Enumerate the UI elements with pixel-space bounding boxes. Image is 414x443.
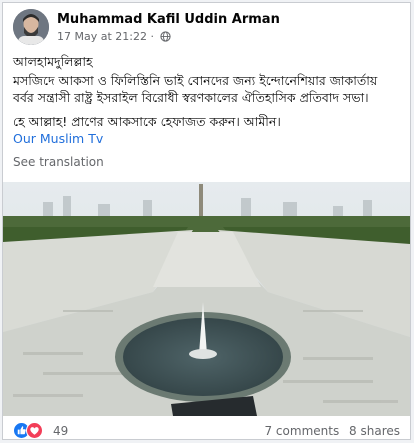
post-text: আলহামদুলিল্লাহ মসজিদে আকসা ও ফিলিস্তিনি … (13, 53, 407, 147)
post-line-2: বর্বর সন্ত্রাসী রাষ্ট্র ইসরাইল বিরোধী স্… (13, 90, 369, 105)
post-timestamp[interactable]: 17 May at 21:22 (57, 30, 147, 43)
reactions-count[interactable]: 49 (53, 424, 68, 438)
post-photo[interactable] (3, 182, 410, 416)
avatar-image (13, 9, 49, 45)
author-avatar[interactable] (13, 9, 49, 45)
love-reaction-icon (26, 422, 43, 439)
globe-icon (160, 31, 172, 45)
post-line-1: মসজিদে আকসা ও ফিলিস্তিনি ভাই বোনদের জন্য… (13, 73, 378, 88)
crowd-photo-image (3, 182, 410, 416)
engagement-counts: 7 comments 8 shares (258, 424, 400, 438)
see-translation-link[interactable]: See translation (13, 155, 104, 169)
post-meta: 17 May at 21:22 · (57, 30, 172, 45)
comments-count[interactable]: 7 comments (264, 424, 339, 438)
author-name[interactable]: Muhammad Kafil Uddin Arman (57, 12, 280, 27)
shares-count[interactable]: 8 shares (349, 424, 400, 438)
post-line-3: হে আল্লাহ! প্রাণের আকসাকে হেফাজত করুন। আ… (13, 114, 281, 129)
post-greeting: আলহামদুলিল্লাহ (13, 54, 93, 69)
post-header: Muhammad Kafil Uddin Arman 17 May at 21:… (13, 9, 403, 45)
post-footer: 49 7 comments 8 shares (3, 416, 410, 439)
post-card: Muhammad Kafil Uddin Arman 17 May at 21:… (2, 2, 411, 440)
page-link[interactable]: Our Muslim Tv (13, 130, 407, 147)
